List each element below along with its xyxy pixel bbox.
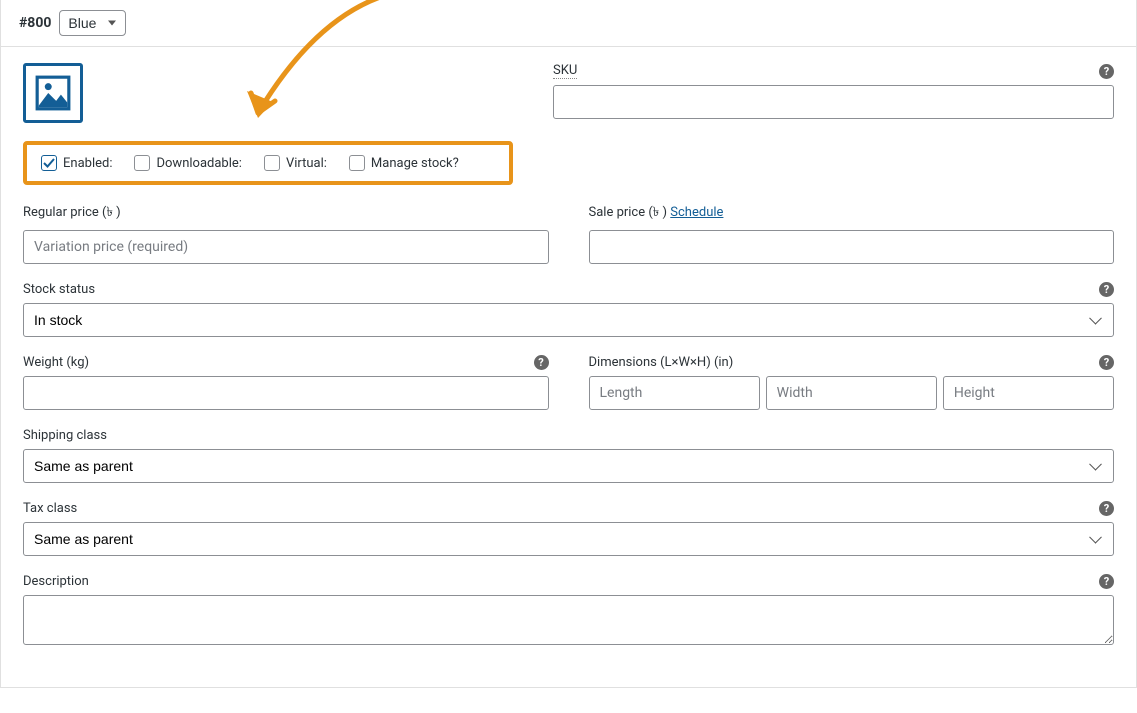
shipping-class-select[interactable]: Same as parent xyxy=(23,449,1114,483)
regular-price-label: Regular price (৳ ) xyxy=(23,203,121,224)
variation-panel: #800 Blue xyxy=(0,0,1137,688)
manage-stock-label: Manage stock? xyxy=(371,156,459,171)
tax-class-help-icon[interactable]: ? xyxy=(1099,501,1114,516)
weight-col: Weight (kg) ? xyxy=(23,355,549,410)
stock-status-select[interactable]: In stock xyxy=(23,303,1114,337)
description-row: Description ? xyxy=(23,574,1114,649)
sku-label: SKU xyxy=(553,63,577,79)
regular-price-input[interactable] xyxy=(23,230,549,264)
manage-stock-checkbox[interactable] xyxy=(349,155,365,171)
downloadable-checkbox[interactable] xyxy=(134,155,150,171)
description-textarea[interactable] xyxy=(23,595,1114,645)
attribute-select[interactable]: Blue xyxy=(59,10,126,36)
tax-class-col: Tax class ? Same as parent xyxy=(23,501,1114,556)
weight-input[interactable] xyxy=(23,376,549,410)
sale-price-label: Sale price (৳ ) xyxy=(589,205,668,220)
tax-class-select[interactable]: Same as parent xyxy=(23,522,1114,556)
shipping-class-col: Shipping class Same as parent xyxy=(23,428,1114,483)
stock-status-help-icon[interactable]: ? xyxy=(1099,282,1114,297)
attribute-select-wrap: Blue xyxy=(59,10,126,36)
weight-label: Weight (kg) xyxy=(23,355,89,370)
top-row: Enabled: Downloadable: Virtual: xyxy=(23,63,1114,185)
variation-image-uploader[interactable] xyxy=(23,63,83,123)
regular-price-col: Regular price (৳ ) xyxy=(23,203,549,264)
enabled-label: Enabled: xyxy=(63,156,112,171)
tax-class-label: Tax class xyxy=(23,501,77,516)
dimensions-help-icon[interactable]: ? xyxy=(1099,355,1114,370)
weight-help-icon[interactable]: ? xyxy=(534,355,549,370)
enabled-checkbox[interactable] xyxy=(41,155,57,171)
shipping-class-row: Shipping class Same as parent xyxy=(23,428,1114,483)
virtual-label: Virtual: xyxy=(286,156,327,171)
variation-body: Enabled: Downloadable: Virtual: xyxy=(1,47,1136,687)
image-placeholder-icon xyxy=(34,74,72,112)
sale-price-col: Sale price (৳ ) Schedule xyxy=(589,203,1115,264)
description-help-icon[interactable]: ? xyxy=(1099,574,1114,589)
price-row: Regular price (৳ ) Sale price (৳ ) Sched… xyxy=(23,203,1114,264)
weight-dim-row: Weight (kg) ? Dimensions (L×W×H) (in) ? xyxy=(23,355,1114,410)
variation-header: #800 Blue xyxy=(1,0,1136,47)
shipping-class-label: Shipping class xyxy=(23,428,107,443)
description-col: Description ? xyxy=(23,574,1114,649)
sku-input[interactable] xyxy=(553,85,1114,119)
virtual-checkbox-item: Virtual: xyxy=(264,155,327,171)
sku-col: SKU ? xyxy=(553,63,1114,119)
left-column: Enabled: Downloadable: Virtual: xyxy=(23,63,513,185)
dimensions-label: Dimensions (L×W×H) (in) xyxy=(589,355,734,370)
checkbox-highlight-box: Enabled: Downloadable: Virtual: xyxy=(23,141,513,185)
schedule-link[interactable]: Schedule xyxy=(670,205,723,220)
variation-id: #800 xyxy=(19,15,51,31)
sale-price-input[interactable] xyxy=(589,230,1115,264)
dimensions-col: Dimensions (L×W×H) (in) ? xyxy=(589,355,1115,410)
sku-help-icon[interactable]: ? xyxy=(1099,64,1114,79)
width-input[interactable] xyxy=(766,376,937,410)
tax-class-row: Tax class ? Same as parent xyxy=(23,501,1114,556)
stock-status-col: Stock status ? In stock xyxy=(23,282,1114,337)
enabled-checkbox-item: Enabled: xyxy=(41,155,112,171)
stock-status-row: Stock status ? In stock xyxy=(23,282,1114,337)
description-label: Description xyxy=(23,574,89,589)
height-input[interactable] xyxy=(943,376,1114,410)
length-input[interactable] xyxy=(589,376,760,410)
virtual-checkbox[interactable] xyxy=(264,155,280,171)
manage-stock-checkbox-item: Manage stock? xyxy=(349,155,459,171)
downloadable-label: Downloadable: xyxy=(156,156,241,171)
stock-status-label: Stock status xyxy=(23,282,95,297)
downloadable-checkbox-item: Downloadable: xyxy=(134,155,241,171)
